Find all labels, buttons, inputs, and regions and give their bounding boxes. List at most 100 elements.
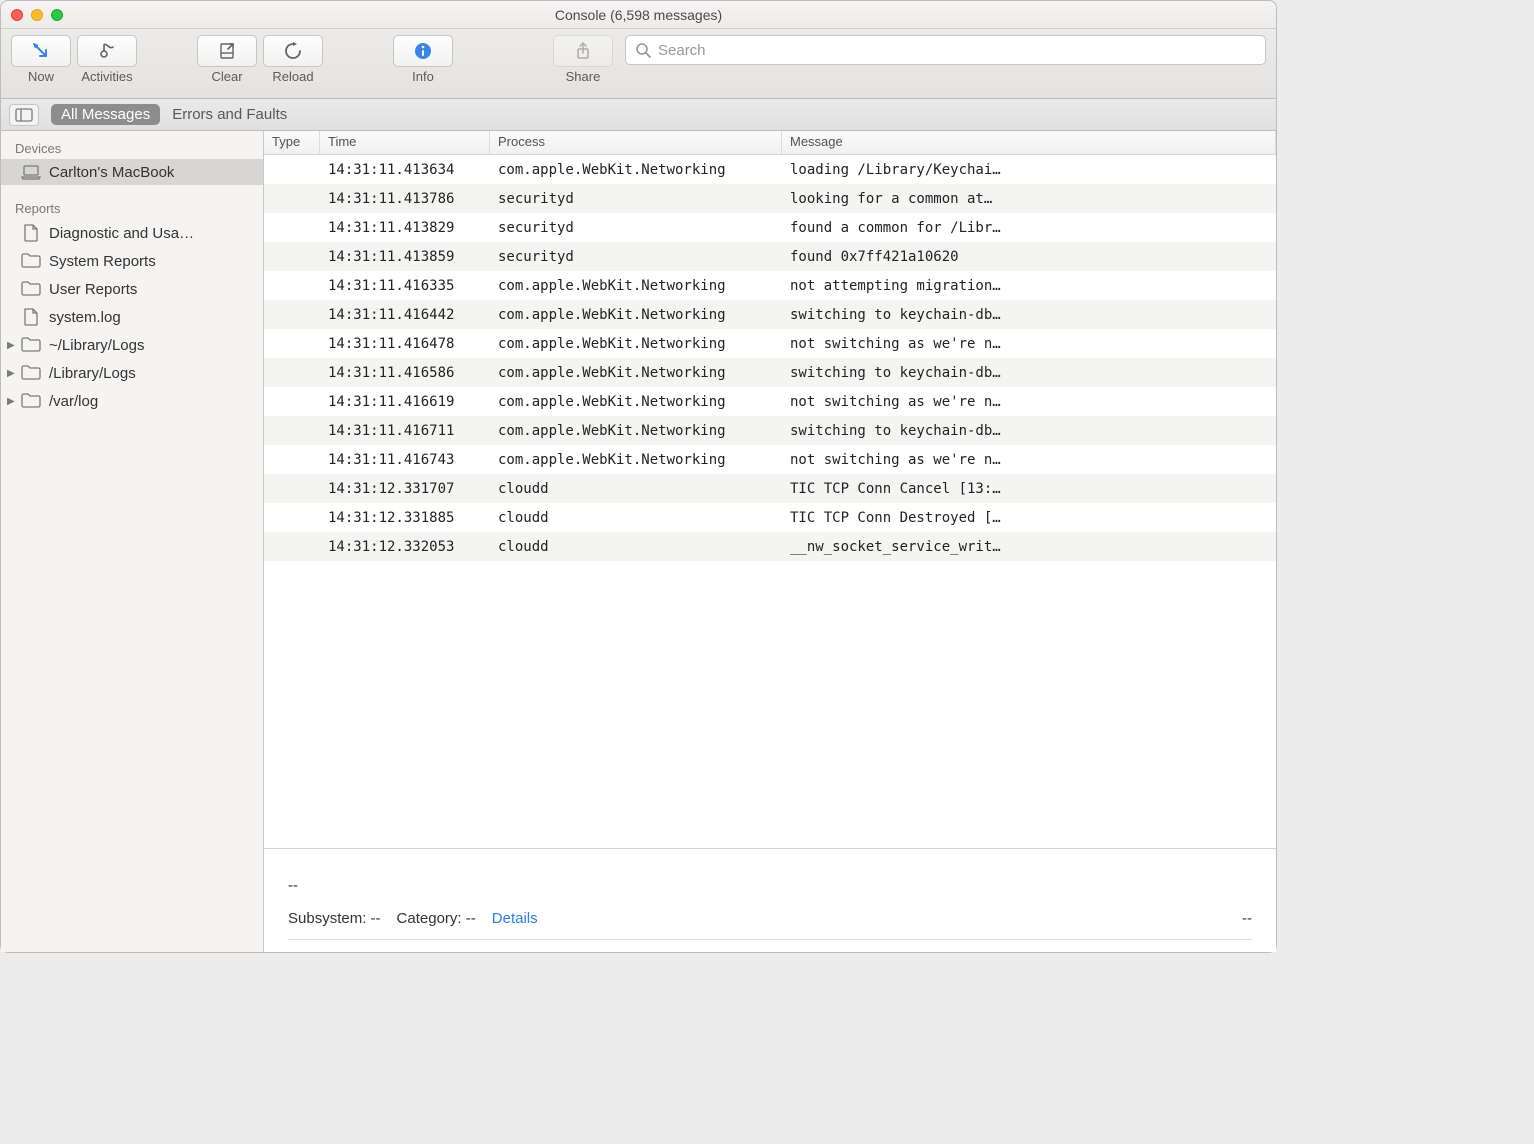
cell-message: switching to keychain-db… <box>782 307 1276 323</box>
log-row[interactable]: 14:31:12.332053cloudd__nw_socket_service… <box>264 532 1276 561</box>
sidebar-icon <box>15 108 33 122</box>
cell-process: com.apple.WebKit.Networking <box>490 423 782 439</box>
log-row[interactable]: 14:31:11.416711com.apple.WebKit.Networki… <box>264 416 1276 445</box>
log-row[interactable]: 14:31:11.416619com.apple.WebKit.Networki… <box>264 387 1276 416</box>
cell-message: looking for a common at… <box>782 191 1276 207</box>
detail-subsystem-value: -- <box>371 910 381 927</box>
file-icon <box>21 223 41 243</box>
filter-bar: All Messages Errors and Faults <box>1 99 1276 131</box>
col-process[interactable]: Process <box>490 131 782 154</box>
now-button[interactable] <box>11 35 71 67</box>
cell-message: not switching as we're n… <box>782 452 1276 468</box>
sidebar-item-label: ~/Library/Logs <box>49 337 144 354</box>
cell-time: 14:31:12.331885 <box>320 510 490 526</box>
toolbar: Now Activities Clear Reload Info <box>1 29 1276 99</box>
table-header: Type Time Process Message <box>264 131 1276 155</box>
folder-icon <box>21 363 41 383</box>
folder-icon <box>21 279 41 299</box>
sidebar-item-label: Diagnostic and Usa… <box>49 225 194 242</box>
log-row[interactable]: 14:31:11.413859securitydfound 0x7ff421a1… <box>264 242 1276 271</box>
sidebar-item[interactable]: ▶ ~/Library/Logs <box>1 331 263 359</box>
sidebar-reports-header: Reports <box>1 195 263 219</box>
log-row[interactable]: 14:31:11.416743com.apple.WebKit.Networki… <box>264 445 1276 474</box>
clear-label: Clear <box>211 69 242 84</box>
cell-time: 14:31:11.413859 <box>320 249 490 265</box>
reload-button[interactable] <box>263 35 323 67</box>
share-button[interactable] <box>553 35 613 67</box>
folder-icon <box>21 251 41 271</box>
cell-time: 14:31:12.332053 <box>320 539 490 555</box>
details-link[interactable]: Details <box>492 910 538 927</box>
disclosure-triangle-icon[interactable]: ▶ <box>7 396 15 407</box>
log-row[interactable]: 14:31:11.413829securitydfound a common f… <box>264 213 1276 242</box>
minimize-window-button[interactable] <box>31 9 43 21</box>
cell-message: found 0x7ff421a10620 <box>782 249 1276 265</box>
cell-process: securityd <box>490 220 782 236</box>
sidebar-item[interactable]: Diagnostic and Usa… <box>1 219 263 247</box>
filter-errors-faults[interactable]: Errors and Faults <box>172 106 287 123</box>
disclosure-triangle-icon[interactable]: ▶ <box>7 368 15 379</box>
cell-message: TIC TCP Conn Cancel [13:… <box>782 481 1276 497</box>
cell-time: 14:31:11.416743 <box>320 452 490 468</box>
sidebar-item[interactable]: system.log <box>1 303 263 331</box>
sidebar-item-label: System Reports <box>49 253 156 270</box>
now-icon <box>32 42 50 60</box>
sidebar-item[interactable]: User Reports <box>1 275 263 303</box>
sidebar-item-label: User Reports <box>49 281 137 298</box>
info-icon <box>414 42 432 60</box>
cell-message: TIC TCP Conn Destroyed [… <box>782 510 1276 526</box>
sidebar-item[interactable]: ▶ /var/log <box>1 387 263 415</box>
folder-icon <box>21 391 41 411</box>
col-message[interactable]: Message <box>782 131 1276 154</box>
clear-icon <box>218 42 236 60</box>
laptop-icon <box>21 163 41 181</box>
cell-process: com.apple.WebKit.Networking <box>490 307 782 323</box>
share-icon <box>574 42 592 60</box>
cell-message: not attempting migration… <box>782 278 1276 294</box>
info-button[interactable] <box>393 35 453 67</box>
sidebar-device[interactable]: Carlton's MacBook <box>1 159 263 185</box>
cell-process: cloudd <box>490 481 782 497</box>
filter-all-messages[interactable]: All Messages <box>51 104 160 125</box>
col-type[interactable]: Type <box>264 131 320 154</box>
col-time[interactable]: Time <box>320 131 490 154</box>
log-row[interactable]: 14:31:11.416478com.apple.WebKit.Networki… <box>264 329 1276 358</box>
detail-dash: -- <box>288 877 1252 894</box>
disclosure-triangle-icon[interactable]: ▶ <box>7 340 15 351</box>
table-body[interactable]: 14:31:11.413634com.apple.WebKit.Networki… <box>264 155 1276 848</box>
clear-button[interactable] <box>197 35 257 67</box>
detail-right-dash: -- <box>1242 910 1252 927</box>
cell-message: found a common for /Libr… <box>782 220 1276 236</box>
sidebar: Devices Carlton's MacBook Reports Diagno… <box>1 131 264 952</box>
log-row[interactable]: 14:31:11.416586com.apple.WebKit.Networki… <box>264 358 1276 387</box>
sidebar-item-label: /var/log <box>49 393 98 410</box>
log-row[interactable]: 14:31:12.331885clouddTIC TCP Conn Destro… <box>264 503 1276 532</box>
sidebar-item-label: /Library/Logs <box>49 365 136 382</box>
cell-time: 14:31:11.413829 <box>320 220 490 236</box>
detail-category-value: -- <box>466 910 476 927</box>
reload-icon <box>284 42 302 60</box>
sidebar-item[interactable]: System Reports <box>1 247 263 275</box>
cell-message: switching to keychain-db… <box>782 423 1276 439</box>
cell-time: 14:31:11.416711 <box>320 423 490 439</box>
cell-time: 14:31:12.331707 <box>320 481 490 497</box>
sidebar-item-label: system.log <box>49 309 121 326</box>
cell-message: not switching as we're n… <box>782 336 1276 352</box>
log-row[interactable]: 14:31:11.416442com.apple.WebKit.Networki… <box>264 300 1276 329</box>
search-input[interactable] <box>658 42 1257 59</box>
cell-time: 14:31:11.416478 <box>320 336 490 352</box>
log-row[interactable]: 14:31:11.416335com.apple.WebKit.Networki… <box>264 271 1276 300</box>
search-icon <box>634 41 652 59</box>
share-label: Share <box>566 69 601 84</box>
search-field[interactable] <box>625 35 1266 65</box>
zoom-window-button[interactable] <box>51 9 63 21</box>
window-title: Console (6,598 messages) <box>1 7 1276 23</box>
activities-button[interactable] <box>77 35 137 67</box>
sidebar-item[interactable]: ▶ /Library/Logs <box>1 359 263 387</box>
log-row[interactable]: 14:31:12.331707clouddTIC TCP Conn Cancel… <box>264 474 1276 503</box>
log-row[interactable]: 14:31:11.413786securitydlooking for a co… <box>264 184 1276 213</box>
log-row[interactable]: 14:31:11.413634com.apple.WebKit.Networki… <box>264 155 1276 184</box>
close-window-button[interactable] <box>11 9 23 21</box>
cell-time: 14:31:11.413786 <box>320 191 490 207</box>
toggle-sidebar-button[interactable] <box>9 104 39 126</box>
